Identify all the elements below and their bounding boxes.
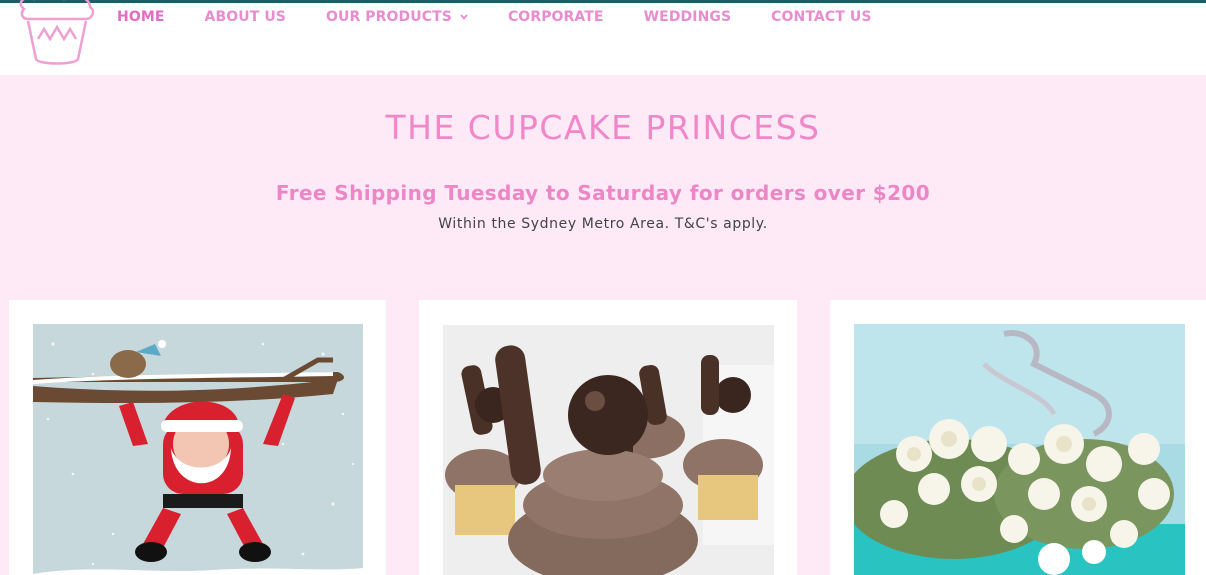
nav-contact-us[interactable]: CONTACT US xyxy=(771,9,871,25)
page-title: THE CUPCAKE PRINCESS xyxy=(385,108,821,147)
nav-corporate[interactable]: CORPORATE xyxy=(508,9,604,25)
nav-our-products[interactable]: OUR PRODUCTS xyxy=(326,9,468,25)
site-header: HOME ABOUT US OUR PRODUCTS CORPORATE WED… xyxy=(0,0,1206,75)
nav-about-us[interactable]: ABOUT US xyxy=(205,9,286,25)
cupcake-crown-logo-icon[interactable] xyxy=(16,0,98,71)
birthday-flower-cake-image[interactable] xyxy=(854,324,1185,575)
nav-our-products-label: OUR PRODUCTS xyxy=(325,9,452,25)
product-card-3[interactable] xyxy=(830,300,1206,575)
nav-home[interactable]: HOME xyxy=(117,9,165,25)
product-card-2[interactable] xyxy=(419,300,797,575)
chevron-down-icon xyxy=(460,14,468,20)
nav-weddings[interactable]: WEDDINGS xyxy=(644,9,732,25)
product-card-1[interactable] xyxy=(9,300,386,575)
hero-section: THE CUPCAKE PRINCESS Free Shipping Tuesd… xyxy=(0,75,1206,300)
shipping-note: Within the Sydney Metro Area. T&C's appl… xyxy=(438,216,768,232)
main-nav: HOME ABOUT US OUR PRODUCTS CORPORATE WED… xyxy=(117,9,872,25)
shipping-banner: Free Shipping Tuesday to Saturday for or… xyxy=(275,181,931,205)
chocolate-cupcakes-image[interactable] xyxy=(443,325,774,575)
santa-christmas-illustration-image[interactable] xyxy=(33,324,363,575)
